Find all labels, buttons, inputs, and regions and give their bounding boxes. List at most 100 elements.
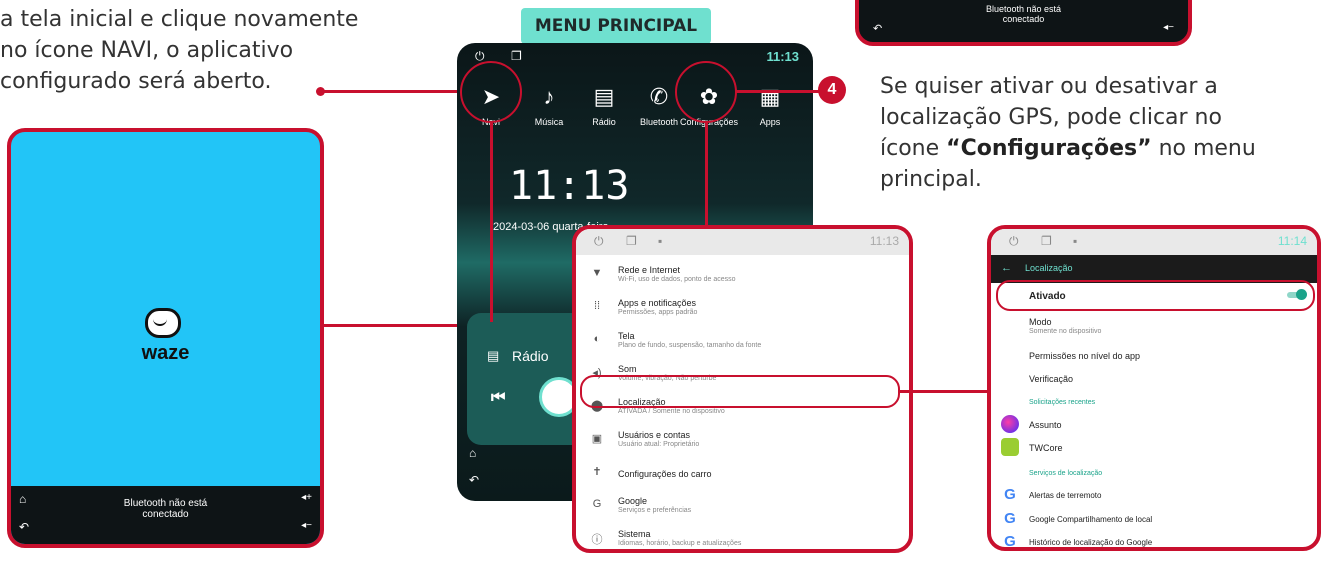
connector-navi-down [490,122,493,322]
car-icon: ✝ [592,466,602,478]
snippet-bluetooth-status: Bluetooth não está conectado [985,4,1062,24]
settings-item-subtitle: ATIVADA / Somente no dispositivo [618,408,725,415]
menu-principal-title: MENU PRINCIPAL [521,8,711,44]
display-icon: ◐ [593,333,601,345]
settings-item-subtitle: Idiomas, horário, backup e atualizações [618,540,742,547]
back-bar-icon[interactable]: ↶ [469,473,479,487]
recents-icon: ❐ [1041,234,1052,248]
radio-widget-label: Rádio [512,348,549,364]
snippet-back-icon[interactable]: ↶ [873,22,882,35]
clock: 11:13 [509,163,630,209]
verification-row[interactable]: Verificação [1029,374,1317,384]
volume-up-icon[interactable]: ◂+ [301,492,312,503]
location-time: 11:14 [1277,234,1307,248]
back-arrow-icon[interactable]: ← [1001,262,1012,274]
waze-screen: waze ⌂ ↶ Bluetooth não está conectado ◂+… [7,128,324,548]
settings-item-title: Configurações do carro [618,469,712,479]
step4-line2: localização GPS, pode clicar no [880,105,1222,130]
apps-icon: ⁞⁞ [593,300,601,312]
step-4-badge: 4 [818,76,846,104]
left-text-line2: no ícone NAVI, o aplicativo [0,38,294,63]
settings-item-subtitle: Serviços e preferências [618,507,692,514]
top-right-screen-snippet: ↶ Bluetooth não está conectado ◂− [855,0,1192,46]
apps-grid-icon: ▦ [759,84,781,109]
connector-waze [324,324,460,327]
location-header: ← Localização [991,255,1317,283]
settings-item[interactable]: ⓘ Sistema Idiomas, horário, backup e atual… [576,525,909,549]
settings-item-title: Google [618,496,648,506]
status-time: 11:13 [766,49,799,64]
step4-line3: ícone “Configurações” no menu [880,136,1256,161]
radio-icon: ▤ [593,84,615,109]
service-location-sharing[interactable]: Google Compartilhamento de local [1029,515,1317,524]
settings-item[interactable]: ▣ Usuários e contas Usuário atual: Proprie… [576,426,909,460]
settings-time: 11:13 [869,234,899,248]
step4-line1: Se quiser ativar ou desativar a [880,74,1218,99]
settings-item-subtitle: Wi-Fi, uso de dados, ponto de acesso [618,276,736,283]
location-header-title: Localização [1025,263,1073,273]
connector-config [736,90,826,93]
skip-previous-icon[interactable]: ⏮ [491,389,505,407]
music-icon: ♪ [543,84,555,109]
connector-location [900,390,992,393]
settings-status-bar: ⏻ ❐ ▪ 11:13 [576,229,909,255]
recent-app-twcore[interactable]: TWCore [1029,443,1317,453]
wifi-icon: ▼ [591,267,603,279]
google-icon: G [1004,533,1016,550]
app-radio[interactable]: ▤ Rádio [574,83,634,127]
settings-item[interactable]: ✝ Configurações do carro [576,459,909,493]
notification-icon: ▪ [1073,234,1078,248]
recent-app-assunto[interactable]: Assunto [1029,420,1317,430]
service-location-history[interactable]: Histórico de localização do Google [1029,538,1317,547]
settings-item-title: Som [618,364,637,374]
recents-icon: ❐ [626,234,637,248]
home-bar-icon[interactable]: ⌂ [469,446,476,460]
settings-item-title: Usuários e contas [618,430,691,440]
settings-item-title: Rede e Internet [618,265,681,275]
google-icon: G [1004,486,1016,503]
service-earthquake-alerts[interactable]: Alertas de terremoto [1029,491,1317,500]
settings-item-subtitle: Plano de fundo, suspensão, tamanho da fo… [618,342,762,349]
google-icon: G [592,498,602,510]
connector-config-down [705,122,708,232]
app-musica[interactable]: ♪ Música [519,83,579,127]
settings-item-title: Tela [618,331,635,341]
snippet-volume-icon[interactable]: ◂− [1163,22,1174,33]
settings-item[interactable]: G Google Serviços e preferências [576,492,909,526]
settings-item[interactable]: ◐ Tela Plano de fundo, suspensão, tamanho … [576,327,909,361]
left-text-line1: a tela inicial e clique novamente [0,7,359,32]
volume-down-icon[interactable]: ◂− [301,520,312,531]
location-status-bar: ⏻ ❐ ▪ 11:14 [991,229,1317,255]
settings-item-title: Apps e notificações [618,298,697,308]
connector-navi [320,90,462,93]
info-icon: ⓘ [591,534,603,546]
settings-item[interactable]: ⁞⁞ Apps e notificações Permissões, apps pa… [576,294,909,328]
location-services-header: Serviços de localização [1029,470,1103,477]
settings-item[interactable]: ▼ Rede e Internet Wi-Fi, uso de dados, pon… [576,261,909,295]
location-screen: ⏻ ❐ ▪ 11:14 ← Localização Ativado Modo S… [987,225,1321,551]
activated-highlight [996,280,1315,311]
settings-item-subtitle: Permissões, apps padrão [618,309,698,316]
home-icon[interactable]: ⌂ [19,492,26,506]
back-icon[interactable]: ↶ [19,520,29,534]
notification-icon: ▪ [658,234,663,248]
config-highlight [675,61,737,123]
app-permissions-row[interactable]: Permissões no nível do app [1029,351,1317,361]
recent-requests-header: Solicitações recentes [1029,399,1096,406]
recents-icon[interactable]: ❐ [511,49,522,63]
android-icon [1001,438,1019,456]
power-icon: ⏻ [594,234,604,248]
assunto-app-icon [1001,415,1019,433]
waze-logo-text: waze [141,342,190,364]
users-icon: ▣ [591,433,603,445]
step4-line4: principal. [880,167,982,192]
google-icon: G [1004,510,1016,527]
navi-highlight [460,61,522,123]
settings-item-subtitle: Usuário atual: Proprietário [618,441,700,448]
power-icon: ⏻ [1009,234,1019,248]
settings-item-title: Sistema [618,529,651,539]
bluetooth-status: Bluetooth não está conectado [123,498,208,520]
radio-widget-icon: ▤ [487,348,500,363]
location-highlight [580,375,900,408]
waze-bottom-bar: ⌂ ↶ Bluetooth não está conectado ◂+ ◂− [11,486,320,544]
